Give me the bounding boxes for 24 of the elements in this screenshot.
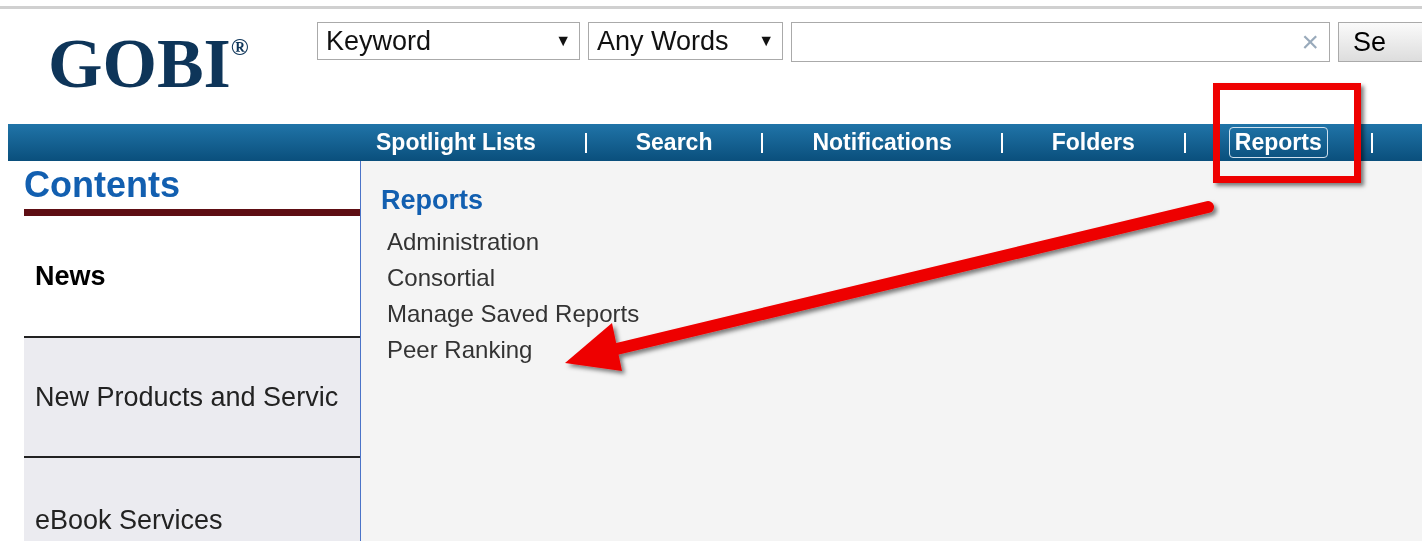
separator (1183, 132, 1186, 153)
caret-icon: ▼ (758, 32, 774, 50)
separator (1000, 132, 1003, 153)
separator (1370, 132, 1373, 153)
nav-tab[interactable]: Search (629, 127, 719, 158)
caret-icon: ▼ (555, 32, 571, 50)
report-link[interactable]: Consortial (381, 260, 1422, 296)
nav-tab[interactable]: Reports (1228, 127, 1328, 158)
search-type-dropdown[interactable]: Keyword ▼ (317, 22, 580, 60)
nav-tab[interactable]: Notifications (806, 127, 958, 158)
report-link[interactable]: Manage Saved Reports (381, 296, 1422, 332)
panel-title: Reports (381, 185, 484, 216)
sidebar-title: Contents (24, 163, 181, 207)
report-link[interactable]: Peer Ranking (381, 332, 1422, 368)
nav-tab[interactable]: Spotlight Lists (370, 127, 542, 158)
separator (584, 132, 587, 153)
report-link[interactable]: Administration (381, 224, 1422, 260)
sidebar-item[interactable]: eBook Services (24, 456, 360, 541)
separator (761, 132, 764, 153)
nav-tab[interactable]: Folders (1045, 127, 1141, 158)
search-button[interactable]: Se (1338, 22, 1422, 62)
gobi-logo: GOBI$^{®}$ (47, 24, 250, 99)
sidebar-item[interactable]: New Products and Servic (24, 336, 360, 456)
match-type-dropdown[interactable]: Any Words ▼ (588, 22, 783, 60)
